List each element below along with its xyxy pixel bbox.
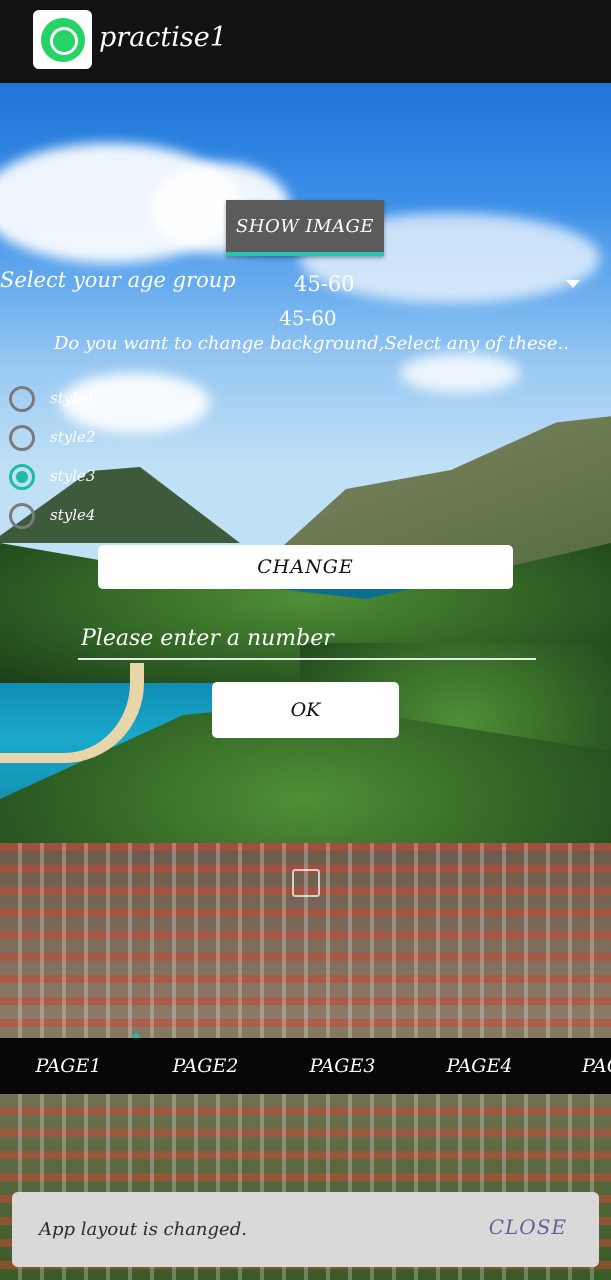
radio-label: style2 [50,428,96,446]
radio-label: style1 [50,389,96,407]
age-group-label: Select your age group [0,268,236,292]
tab-page4[interactable]: PAGE4 [411,1038,548,1094]
radio-style4[interactable]: style4 [9,500,95,532]
tab-bar: PAGE1 PAGE2 PAGE3 PAGE4 PAG [0,1038,611,1094]
background-question: Do you want to change background,Select … [54,333,569,354]
whatsapp-icon [33,10,92,69]
app-bar: practise1 [0,0,611,83]
ok-button[interactable]: OK [212,682,399,738]
tab-page5[interactable]: PAG [548,1038,611,1094]
radio-label: style4 [50,506,96,524]
radio-circle[interactable] [9,386,35,412]
radio-style1[interactable]: style1 [9,383,95,415]
radio-circle[interactable] [9,425,35,451]
radio-style3[interactable]: style3 [9,461,95,493]
snackbar-message: App layout is changed. [39,1219,247,1240]
number-input[interactable] [78,618,536,660]
tab-page1[interactable]: PAGE1 [0,1038,137,1094]
change-button[interactable]: CHANGE [98,545,513,589]
age-group-value: 45-60 [279,306,337,330]
tab-page3[interactable]: PAGE3 [274,1038,411,1094]
age-group-select[interactable]: 45-60 [294,272,355,296]
snackbar: App layout is changed. CLOSE [12,1192,599,1267]
square-icon [292,869,320,897]
radio-style2[interactable]: style2 [9,422,95,454]
show-image-button[interactable]: SHOW IMAGE [226,200,384,256]
snackbar-close-button[interactable]: CLOSE [483,1214,573,1240]
tab-page2[interactable]: PAGE2 [137,1038,274,1094]
radio-circle[interactable] [9,503,35,529]
radio-label: style3 [50,467,96,485]
radio-circle-checked[interactable] [9,464,35,490]
app-title: practise1 [99,22,227,53]
dropdown-arrow-icon[interactable] [566,280,580,288]
